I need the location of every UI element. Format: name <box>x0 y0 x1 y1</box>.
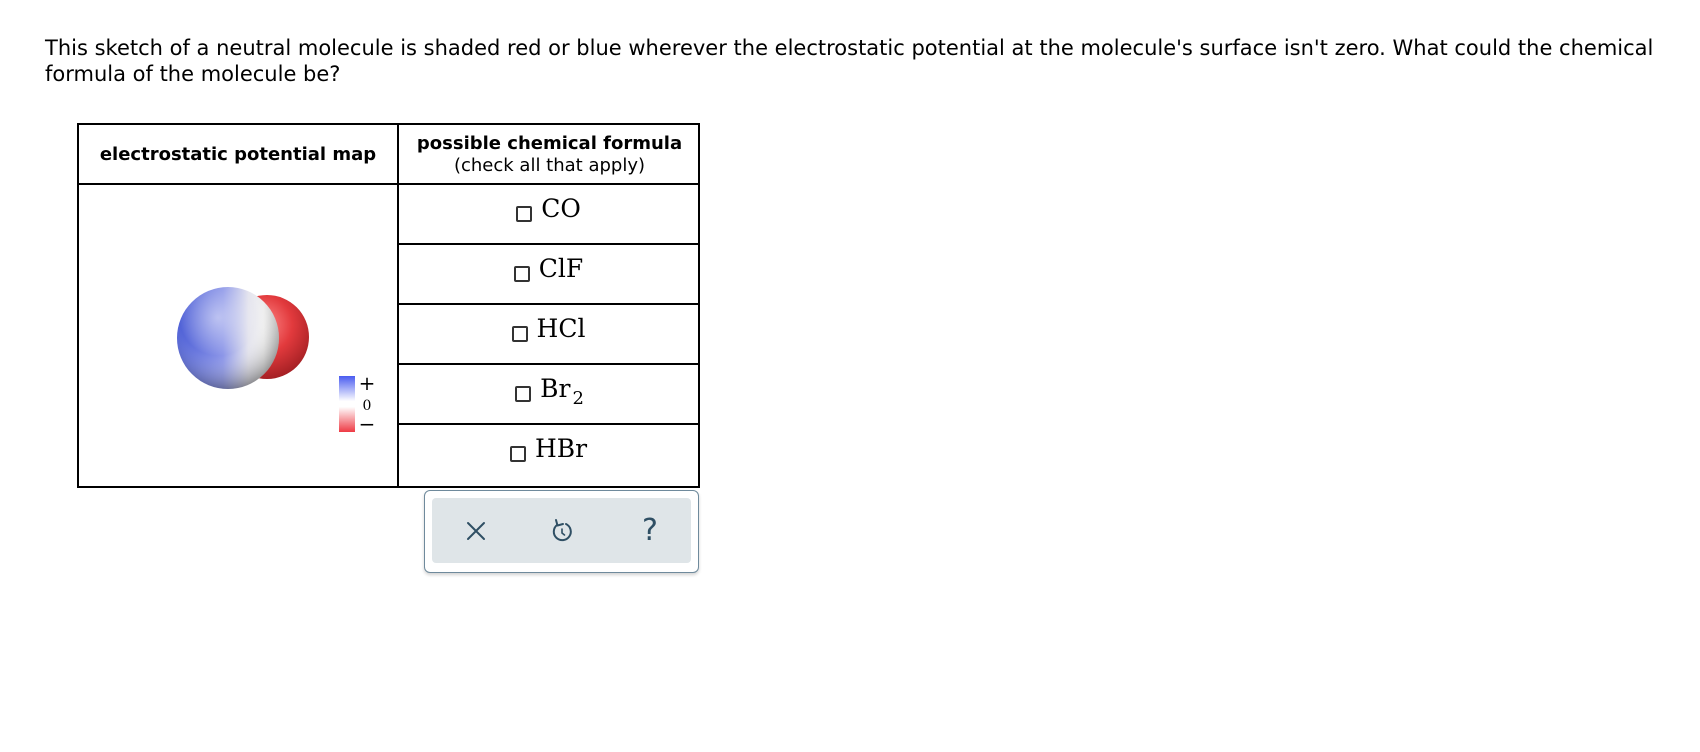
checkbox[interactable] <box>509 446 526 462</box>
answer-toolbar: ? <box>424 490 699 573</box>
option-co[interactable]: CO <box>516 194 583 234</box>
toolbar-panel: ? <box>432 498 691 563</box>
option-formula: CO <box>541 194 581 223</box>
map-column-header-label: electrostatic potential map <box>99 144 377 165</box>
option-cell: Br 2 <box>399 364 700 424</box>
answer-table: electrostatic potential map possible che… <box>77 123 700 488</box>
formula-column-header-label: possible chemical formula <box>416 133 683 154</box>
electrostatic-potential-map <box>177 287 309 389</box>
option-formula: ClF <box>538 254 584 283</box>
legend-minus-label: − <box>359 412 376 434</box>
option-hbr[interactable]: HBr <box>509 434 589 474</box>
option-cell: CO <box>399 184 700 244</box>
clear-button[interactable] <box>456 498 496 563</box>
option-br2[interactable]: Br 2 <box>515 374 584 414</box>
formula-column-header: possible chemical formula (check all tha… <box>399 125 700 185</box>
checkbox[interactable] <box>515 386 532 402</box>
help-icon: ? <box>642 512 658 548</box>
help-button[interactable]: ? <box>630 498 670 563</box>
option-hcl[interactable]: HCl <box>511 314 588 354</box>
checkbox[interactable] <box>516 206 533 222</box>
x-icon <box>467 521 485 540</box>
positive-atom-shading <box>177 287 279 389</box>
map-column-header: electrostatic potential map <box>79 125 397 185</box>
option-cell: ClF <box>399 244 700 304</box>
undo-button[interactable] <box>542 498 582 563</box>
undo-icon <box>552 518 572 541</box>
option-formula: HBr <box>534 434 588 463</box>
option-formula: Br 2 <box>540 374 584 409</box>
question-text: This sketch of a neutral molecule is sha… <box>45 36 1654 86</box>
potential-legend: + 0 − <box>339 374 376 434</box>
checkbox[interactable] <box>511 326 528 342</box>
formula-column-subheader: (check all that apply) <box>453 155 646 176</box>
option-cell: HCl <box>399 304 700 364</box>
legend-color-bar <box>339 376 355 432</box>
legend-plus-label: + <box>359 374 376 395</box>
option-clf[interactable]: ClF <box>513 254 585 294</box>
option-cell: HBr <box>399 424 700 484</box>
checkbox[interactable] <box>513 266 530 282</box>
option-formula: HCl <box>536 314 586 343</box>
